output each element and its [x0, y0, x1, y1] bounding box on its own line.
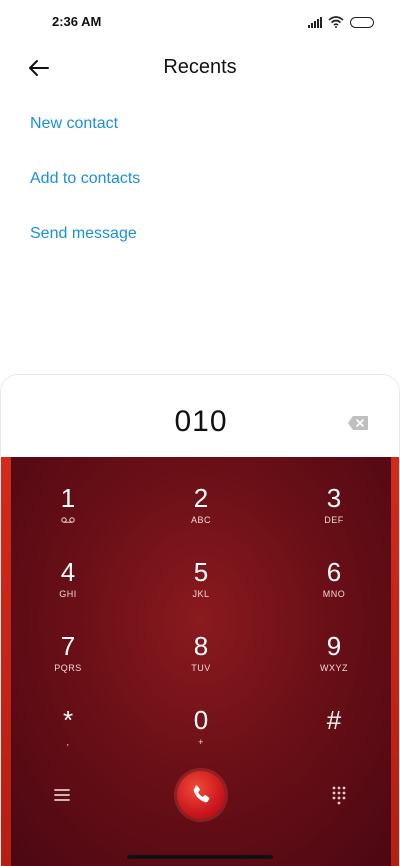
- voicemail-icon: [61, 517, 75, 523]
- add-to-contacts-link[interactable]: Add to contacts: [30, 167, 140, 222]
- status-icons: [308, 14, 374, 30]
- key-2[interactable]: 2 ABC: [161, 483, 241, 543]
- key-letters: +: [198, 737, 204, 747]
- key-digit: 3: [326, 483, 342, 513]
- key-digit: 9: [326, 631, 342, 661]
- keypad: 1 2 ABC 3 DEF 4 GHI 5 JKL 6 MNO 7 PQRS 8…: [1, 457, 399, 866]
- status-bar: 2:36 AM: [0, 0, 400, 44]
- key-letters: DEF: [324, 515, 344, 525]
- phone-icon: [193, 785, 210, 803]
- menu-icon[interactable]: [53, 787, 71, 803]
- key-star[interactable]: * ,: [28, 705, 108, 765]
- key-letters: ABC: [190, 515, 211, 525]
- key-digit: 7: [60, 631, 76, 661]
- key-8[interactable]: 8 TUV: [161, 631, 241, 691]
- key-digit: 1: [60, 483, 76, 513]
- key-letters: MNO: [322, 589, 346, 599]
- key-1[interactable]: 1: [28, 483, 108, 543]
- actions-list: New contact Add to contacts Send message: [30, 112, 140, 277]
- key-9[interactable]: 9 WXYZ: [294, 631, 374, 691]
- send-message-link[interactable]: Send message: [30, 222, 140, 277]
- key-letters: ,: [66, 737, 70, 747]
- key-4[interactable]: 4 GHI: [28, 557, 108, 617]
- key-letters: GHI: [59, 589, 77, 599]
- key-3[interactable]: 3 DEF: [294, 483, 374, 543]
- key-digit: 2: [193, 483, 209, 513]
- call-button[interactable]: [177, 771, 225, 819]
- key-letters: PQRS: [54, 663, 82, 673]
- dialed-number[interactable]: 010: [1, 405, 399, 439]
- key-digit: 4: [60, 557, 76, 587]
- signal-icon: [308, 16, 322, 28]
- page-title: Recents: [163, 56, 237, 78]
- key-digit: 0: [193, 705, 209, 735]
- wifi-icon: [328, 16, 344, 28]
- dialer-sheet: 010 1 2 ABC 3 DEF 4 GHI 5 JKL 6 MNO 7 PQ…: [0, 374, 400, 866]
- key-digit: #: [326, 705, 342, 735]
- header: Recents: [0, 44, 400, 94]
- key-hash[interactable]: #: [294, 705, 374, 765]
- key-6[interactable]: 6 MNO: [294, 557, 374, 617]
- status-time: 2:36 AM: [52, 14, 102, 29]
- new-contact-link[interactable]: New contact: [30, 112, 140, 167]
- key-digit: 6: [326, 557, 342, 587]
- key-0[interactable]: 0 +: [161, 705, 241, 765]
- key-letters: JKL: [192, 589, 210, 599]
- dialpad-icon[interactable]: [331, 785, 347, 805]
- backspace-icon[interactable]: [347, 415, 369, 431]
- key-7[interactable]: 7 PQRS: [28, 631, 108, 691]
- key-digit: *: [62, 705, 74, 735]
- home-indicator[interactable]: [127, 855, 273, 859]
- key-5[interactable]: 5 JKL: [161, 557, 241, 617]
- key-letters: WXYZ: [320, 663, 348, 673]
- key-digit: 5: [193, 557, 209, 587]
- battery-icon: [350, 16, 374, 28]
- dial-display: 010: [1, 375, 399, 457]
- key-digit: 8: [193, 631, 209, 661]
- key-letters: TUV: [191, 663, 211, 673]
